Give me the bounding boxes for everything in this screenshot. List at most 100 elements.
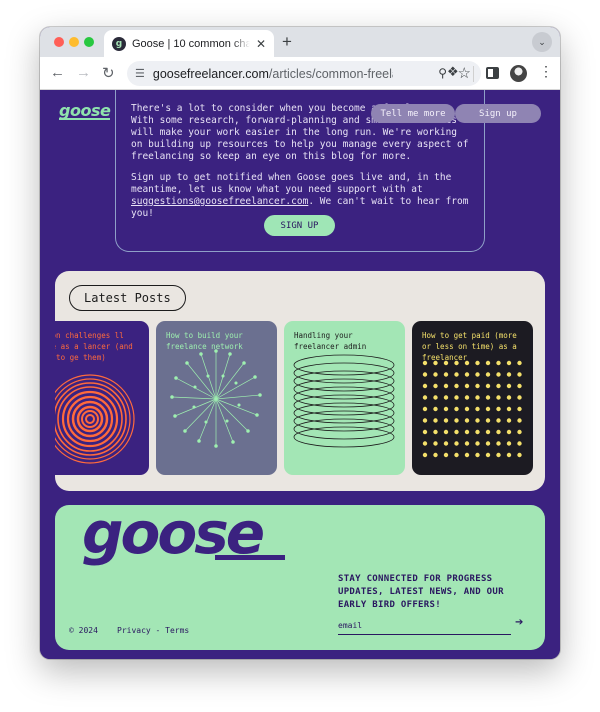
dot-grid-dot xyxy=(464,418,470,423)
dot-grid-dot xyxy=(485,406,491,412)
tab-title: Goose | 10 common challenges xyxy=(132,37,250,50)
dot-grid-dot xyxy=(496,372,501,377)
dot-grid-dot xyxy=(422,395,428,400)
newsletter-heading: STAY CONNECTED FOR PROGRESS UPDATES, LAT… xyxy=(338,574,504,610)
dot-grid-dot xyxy=(496,441,501,446)
dot-grid-dot xyxy=(454,383,459,389)
maximize-window-button[interactable] xyxy=(84,37,94,47)
dot-grid-dot xyxy=(475,452,480,458)
dot-grid-dot xyxy=(496,406,501,412)
tab-search-button[interactable]: ⌄ xyxy=(532,32,552,52)
dot-grid-dot xyxy=(475,383,480,389)
nav-sign-up-button[interactable]: Sign up xyxy=(455,104,541,123)
dot-grid-dot xyxy=(422,452,428,458)
dot-grid-dot xyxy=(464,383,470,389)
dot-grid-dot xyxy=(496,452,501,458)
address-bar[interactable]: ☰ goosefreelancer.com/articles/common-fr… xyxy=(127,61,481,86)
dot-grid-dot xyxy=(475,372,480,377)
dot-grid-dot xyxy=(443,395,449,400)
dot-grid-dot xyxy=(517,429,522,435)
post-card[interactable]: ommon challenges ll face as a lancer (an… xyxy=(55,321,149,475)
dot-grid-dot xyxy=(475,395,480,400)
dot-grid-dot xyxy=(464,406,470,412)
browser-toolbar: ← → ↻ ☰ goosefreelancer.com/articles/com… xyxy=(40,57,560,90)
star-icon[interactable]: ☆ xyxy=(458,64,471,82)
dot-grid-dot xyxy=(506,395,512,400)
site-footer: goose © 2024 Privacy - Terms STAY CONNEC… xyxy=(55,499,545,650)
info-paragraph: Sign up to get notified when Goose goes … xyxy=(131,172,470,220)
dot-grid-dot xyxy=(422,418,428,423)
dot-grid-dot xyxy=(517,372,522,377)
dot-grid-dot xyxy=(443,441,449,446)
dot-grid-dot xyxy=(443,429,449,435)
goose-favicon-icon: g xyxy=(112,36,126,51)
dot-grid-dot xyxy=(485,418,491,423)
dot-grid-dot xyxy=(517,452,522,458)
dot-grid-dot xyxy=(506,418,512,423)
dot-grid-dot xyxy=(496,418,501,423)
dot-grid-dot xyxy=(464,395,470,400)
url-text[interactable]: goosefreelancer.com/articles/common-free… xyxy=(153,67,393,81)
suggestions-email-link[interactable]: suggestions@goosefreelancer.com xyxy=(131,196,308,207)
back-icon[interactable]: ← xyxy=(50,64,65,81)
tab-strip: g Goose | 10 common challenges ✕ + ⌄ xyxy=(40,27,560,57)
toolbar-divider xyxy=(473,66,474,82)
browser-tab[interactable]: g Goose | 10 common challenges ✕ xyxy=(104,30,274,57)
dot-grid-dot xyxy=(433,429,438,435)
dot-grid-dot xyxy=(517,406,522,412)
web-page: goose There's a lot to consider when you… xyxy=(40,90,560,659)
tab-close-icon[interactable]: ✕ xyxy=(256,37,266,51)
tell-me-more-button[interactable]: Tell me more xyxy=(371,104,455,123)
post-card[interactable]: How to get paid (more or less on time) a… xyxy=(412,321,533,475)
sign-up-button[interactable]: SIGN UP xyxy=(264,215,335,236)
side-panel-icon[interactable] xyxy=(486,67,499,79)
dot-grid-dot xyxy=(433,452,438,458)
goose-logo[interactable]: goose xyxy=(59,103,111,120)
dot-grid-dot xyxy=(506,406,512,412)
dot-grid-dot xyxy=(485,429,491,435)
dot-grid-dot xyxy=(422,383,428,389)
post-card-title: How to build your freelance network xyxy=(166,331,243,351)
submit-arrow-icon[interactable]: ➔ xyxy=(515,617,523,628)
url-host: goosefreelancer.com xyxy=(152,66,269,81)
dot-grid-dot xyxy=(422,441,428,446)
copyright-text: © 2024 xyxy=(69,626,98,635)
info-text-segment: Sign up to get notified when Goose goes … xyxy=(131,172,452,195)
dot-grid-dot xyxy=(454,406,459,412)
profile-icon[interactable] xyxy=(510,65,527,82)
dot-grid-dot xyxy=(517,418,522,423)
forward-icon[interactable]: → xyxy=(76,64,91,81)
dot-grid-dot xyxy=(433,418,438,423)
dot-grid-dot xyxy=(433,383,438,389)
new-tab-button[interactable]: + xyxy=(282,32,292,52)
dot-grid-dot xyxy=(517,395,522,400)
zoom-icon[interactable]: ⚲ xyxy=(438,66,447,80)
post-card[interactable]: Handling your freelancer admin xyxy=(284,321,405,475)
post-card-title: Handling your freelancer admin xyxy=(294,331,367,351)
dot-grid-dot xyxy=(454,452,459,458)
dot-grid-dot xyxy=(454,395,459,400)
dot-grid-dot xyxy=(506,429,512,435)
minimize-window-button[interactable] xyxy=(69,37,79,47)
close-window-button[interactable] xyxy=(54,37,64,47)
dot-grid-dot xyxy=(443,452,449,458)
tune-icon[interactable]: ☰ xyxy=(135,67,145,80)
url-path: /articles/common-freelan... xyxy=(268,66,393,81)
reload-icon[interactable]: ↻ xyxy=(102,64,115,82)
dot-grid-dot xyxy=(506,441,512,446)
extensions-icon[interactable]: ❖ xyxy=(447,64,459,80)
dot-grid-dot xyxy=(506,452,512,458)
privacy-terms-links[interactable]: Privacy - Terms xyxy=(117,626,189,635)
menu-icon[interactable]: ⋮ xyxy=(539,63,553,80)
dot-grid-dot xyxy=(464,429,470,435)
newsletter-email-input[interactable] xyxy=(338,616,511,635)
dot-grid-dot xyxy=(422,372,428,377)
dot-grid-dot xyxy=(475,429,480,435)
dot-grid-dot xyxy=(443,406,449,412)
dot-grid-dot xyxy=(454,441,459,446)
post-card[interactable]: How to build your freelance network xyxy=(156,321,277,475)
dot-grid-dot xyxy=(433,441,438,446)
post-card-title: How to get paid (more or less on time) a… xyxy=(422,331,517,362)
dot-grid-dot xyxy=(464,372,470,377)
dot-grid-dot xyxy=(464,452,470,458)
